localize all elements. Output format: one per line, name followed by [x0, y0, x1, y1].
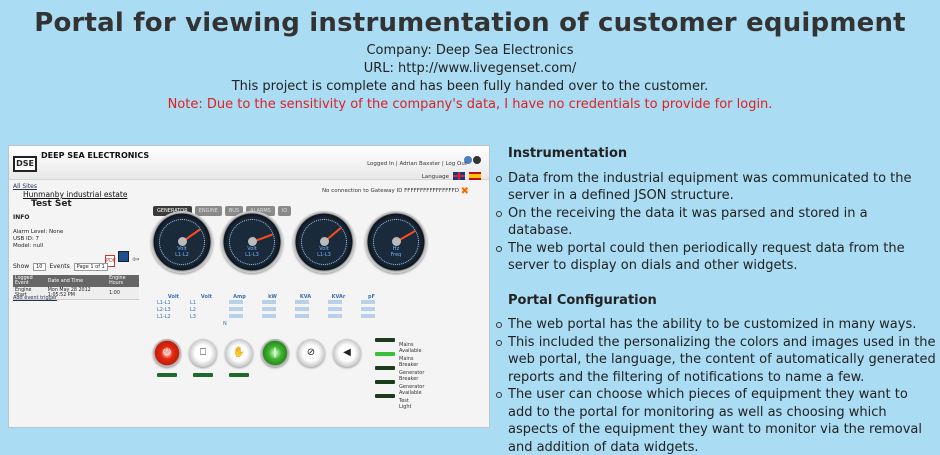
- list-item: On the receiving the data it was parsed …: [496, 205, 936, 240]
- add-event-link: Add event trigger: [13, 295, 57, 301]
- auto-button-icon: ⎕: [189, 339, 217, 367]
- list-item: The web portal could then periodically r…: [496, 240, 936, 275]
- mute-button-icon: ⊘: [297, 339, 325, 367]
- list-item: The user can choose which pieces of equi…: [496, 386, 936, 455]
- brand-name: DEEP SEA ELECTRONICS: [41, 151, 150, 160]
- list-item: Data from the industrial equipment was c…: [496, 170, 936, 205]
- show-select: 10: [33, 263, 46, 271]
- section-heading: Portal Configuration: [508, 292, 657, 308]
- gear-icon: [473, 156, 481, 164]
- info-heading: INFO: [13, 214, 30, 221]
- uk-flag-icon: [453, 172, 465, 180]
- dial-gauge: Volt L1-L3: [293, 211, 355, 273]
- dial-gauge: Volt L1-L3: [221, 211, 283, 273]
- save-icon: [118, 251, 129, 262]
- description-panel: Instrumentation Data from the industrial…: [496, 145, 936, 455]
- usb-id: USB ID: 7: [13, 236, 39, 242]
- portal-screenshot: DSE DEEP SEA ELECTRONICS Logged In | Adr…: [8, 145, 490, 428]
- page-title: Portal for viewing instrumentation of cu…: [34, 8, 906, 38]
- indicator-bar: [229, 373, 249, 377]
- stop-button-icon: ⏻: [153, 339, 181, 367]
- indicator-bar: [193, 373, 213, 377]
- test-set-title: Test Set: [31, 199, 72, 209]
- list-item: The web portal has the ability to be cus…: [496, 316, 936, 334]
- section-instrumentation: Instrumentation Data from the industrial…: [496, 145, 936, 275]
- status-line: This project is complete and has been fu…: [231, 79, 709, 94]
- section-portal-configuration: Portal Configuration The web portal has …: [496, 292, 936, 455]
- login-status: Logged In | Adrian Baxster | Log Out: [367, 161, 467, 167]
- page-select: Page 1 of 1: [73, 263, 108, 271]
- tab-engine: ENGINE: [194, 206, 222, 216]
- model: Model: null: [13, 243, 44, 249]
- meter-table: Volt Volt Amp kW KVA KVAr pF L1-L1 L1 L2-L3 L2 L…: [157, 294, 427, 328]
- spain-flag-icon: [469, 172, 481, 180]
- dial-gauge: Volt L1-L2: [151, 211, 213, 273]
- events-cell: 1:00: [107, 287, 139, 300]
- language-label: Language: [421, 174, 449, 180]
- events-header-cell: Engine Hours: [107, 275, 139, 287]
- note-line: Note: Due to the sensitivity of the comp…: [167, 97, 773, 112]
- gateway-message: No connection to Gateway ID FFFFFFFFFFFF…: [321, 188, 459, 194]
- company-line: Company: Deep Sea Electronics: [366, 43, 574, 58]
- events-header-cell: Logged Event: [13, 275, 46, 287]
- dse-logo: DSE: [13, 156, 37, 172]
- horn-button-icon: ◀: [333, 339, 361, 367]
- dial-gauge: Hz Freq: [365, 211, 427, 273]
- start-button-icon: |: [261, 339, 289, 367]
- arrow-icon: ⇦: [132, 255, 140, 265]
- page-header: Portal for viewing instrumentation of cu…: [0, 8, 940, 114]
- close-icon: ✖: [460, 186, 469, 197]
- header-icons: [463, 149, 483, 164]
- alarm-level: Alarm Level: None: [13, 229, 64, 235]
- show-label: Show: [13, 263, 30, 270]
- indicator-bar: [157, 373, 177, 377]
- info-panel: INFO Alarm Level: None USB ID: 7 Model: …: [13, 214, 63, 250]
- all-sites-link: All Sites: [13, 183, 37, 190]
- events-label: Events: [49, 263, 70, 270]
- events-header-cell: Date and Time: [45, 275, 108, 287]
- tab-io: IO: [277, 206, 292, 216]
- manual-button-icon: ✋: [225, 339, 253, 367]
- events-controls: Show 10 Events Page 1 of 1: [13, 263, 110, 271]
- report-icons: PDF ⇦: [105, 247, 140, 267]
- url-line: URL: http://www.livegenset.com/: [363, 61, 577, 76]
- section-heading: Instrumentation: [508, 146, 628, 161]
- list-item: This included the personalizing the colo…: [496, 334, 936, 387]
- site-name: Hunmanby industrial estate: [23, 190, 128, 199]
